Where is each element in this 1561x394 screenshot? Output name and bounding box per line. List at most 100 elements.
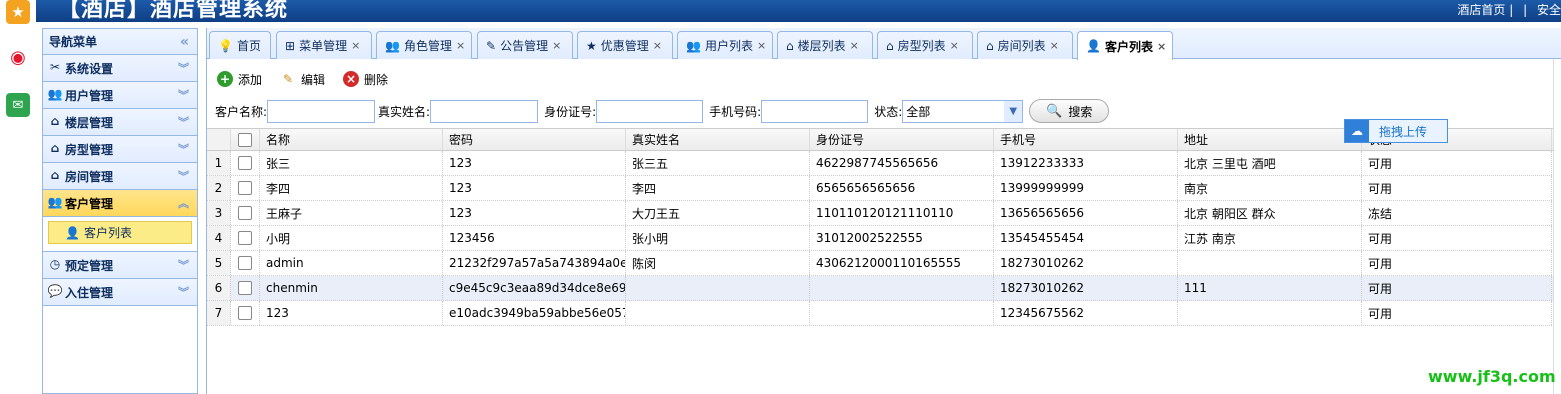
- tab-home[interactable]: 💡 首页: [209, 31, 271, 59]
- row-checkbox-cell[interactable]: [231, 151, 260, 175]
- close-icon[interactable]: ×: [757, 39, 766, 52]
- column-header[interactable]: 地址: [1178, 129, 1362, 150]
- chevron-down-icon[interactable]: ︾: [178, 141, 189, 157]
- row-number: 2: [207, 176, 231, 200]
- chevron-up-icon[interactable]: ︽: [178, 195, 189, 211]
- edit-button[interactable]: ✎ 编辑: [280, 71, 325, 88]
- row-checkbox-cell[interactable]: [231, 226, 260, 250]
- customer-name-input[interactable]: [267, 99, 376, 123]
- close-icon[interactable]: ×: [653, 39, 662, 52]
- chevron-down-icon[interactable]: ︾: [178, 60, 189, 76]
- column-header[interactable]: 手机号: [994, 129, 1178, 150]
- column-header[interactable]: 名称: [260, 129, 443, 150]
- users-icon: 👥: [47, 87, 63, 101]
- table-cell: 北京 朝阳区 群众: [1178, 201, 1362, 225]
- tab-floor-list[interactable]: ⌂ 楼层列表 ×: [777, 31, 873, 59]
- table-cell: 张三五: [626, 151, 810, 175]
- add-button[interactable]: + 添加: [217, 71, 262, 88]
- chevron-down-icon[interactable]: ︾: [178, 114, 189, 130]
- collapse-icon[interactable]: «: [180, 34, 189, 50]
- table-cell: 6565656565656: [810, 176, 994, 200]
- phone-input[interactable]: [761, 99, 869, 123]
- sidebar-item-customer-management[interactable]: 👥 客户管理 ︽: [43, 190, 197, 217]
- table-row[interactable]: 4 小明 123456 张小明 31012002522555 135454554…: [207, 226, 1561, 251]
- drag-upload-widget[interactable]: ☁ 拖拽上传: [1344, 119, 1448, 143]
- close-icon[interactable]: ×: [351, 39, 360, 52]
- row-checkbox[interactable]: [238, 231, 252, 245]
- row-checkbox[interactable]: [238, 281, 252, 295]
- select-all-checkbox[interactable]: [238, 132, 252, 147]
- table-row[interactable]: 3 王麻子 123 大刀王五 110110120121110110 136565…: [207, 201, 1561, 226]
- scrollbar[interactable]: [1553, 59, 1561, 394]
- sidebar-item-user-management[interactable]: 👥 用户管理 ︾: [43, 82, 197, 109]
- sidebar-item-room-management[interactable]: ⌂ 房间管理 ︾: [43, 163, 197, 190]
- chevron-down-icon[interactable]: ︾: [178, 87, 189, 103]
- table-row[interactable]: 7 123 e10adc3949ba59abbe56e057f2 1234567…: [207, 301, 1561, 326]
- weibo-icon[interactable]: ◉: [6, 45, 30, 69]
- close-icon[interactable]: ×: [456, 39, 465, 52]
- row-checkbox[interactable]: [238, 206, 252, 220]
- status-select[interactable]: 全部 ▼: [902, 99, 1024, 123]
- table-row[interactable]: 2 李四 123 李四 6565656565656 13999999999 南京…: [207, 176, 1561, 201]
- column-header[interactable]: 身份证号: [810, 129, 994, 150]
- table-row[interactable]: 6 chenmin c9e45c9c3eaa89d34dce8e69d1 182…: [207, 276, 1561, 301]
- row-checkbox[interactable]: [238, 306, 252, 320]
- security-link[interactable]: 安全: [1537, 3, 1561, 17]
- row-checkbox[interactable]: [238, 256, 252, 270]
- close-icon[interactable]: ×: [552, 39, 561, 52]
- id-card-input[interactable]: [596, 99, 704, 123]
- customer-table: 名称 密码 真实姓名 身份证号 手机号 地址 状态 1 张三 123 张三五 4…: [207, 128, 1561, 326]
- sidebar-subitem-customer-list[interactable]: 👤 客户列表: [48, 221, 192, 244]
- row-checkbox-cell[interactable]: [231, 201, 260, 225]
- close-icon[interactable]: ×: [950, 39, 959, 52]
- chevron-down-icon[interactable]: ▼: [1004, 100, 1023, 122]
- delete-button[interactable]: × 删除: [343, 71, 388, 88]
- row-number: 5: [207, 251, 231, 275]
- row-checkbox-cell[interactable]: [231, 301, 260, 325]
- chevron-down-icon[interactable]: ︾: [178, 168, 189, 184]
- star-icon[interactable]: ★: [6, 0, 30, 24]
- sidebar-item-floor-management[interactable]: ⌂ 楼层管理 ︾: [43, 109, 197, 136]
- table-cell: 31012002522555: [810, 226, 994, 250]
- table-cell: [626, 276, 810, 300]
- sidebar-item-reservation-management[interactable]: ◷ 预定管理 ︾: [43, 252, 197, 279]
- row-checkbox-cell[interactable]: [231, 176, 260, 200]
- site-watermark: www.jf3q.com: [1428, 367, 1556, 386]
- home-link[interactable]: 酒店首页 |: [1457, 3, 1513, 17]
- sidebar-item-checkin-management[interactable]: 💬 入住管理 ︾: [43, 279, 197, 306]
- building-icon: ⌂: [50, 114, 60, 128]
- select-all-cell[interactable]: [231, 129, 260, 150]
- cloud-upload-icon: ☁: [1345, 120, 1369, 142]
- tab-discount-management[interactable]: ★ 优惠管理 ×: [577, 31, 673, 59]
- sidebar-item-label: 客户管理: [65, 196, 114, 211]
- chevron-down-icon[interactable]: ︾: [178, 284, 189, 300]
- tab-roomtype-list[interactable]: ⌂ 房型列表 ×: [877, 31, 973, 59]
- row-checkbox[interactable]: [238, 181, 252, 195]
- row-checkbox[interactable]: [238, 156, 252, 170]
- close-icon[interactable]: ×: [1050, 39, 1059, 52]
- tab-label: 公告管理: [500, 39, 549, 53]
- sidebar-item-roomtype-management[interactable]: ⌂ 房型管理 ︾: [43, 136, 197, 163]
- sidebar-item-system-settings[interactable]: ✂ 系统设置 ︾: [43, 55, 197, 82]
- mail-icon[interactable]: ✉: [6, 93, 30, 117]
- tab-room-list[interactable]: ⌂ 房间列表 ×: [977, 31, 1073, 59]
- chevron-down-icon[interactable]: ︾: [178, 257, 189, 273]
- column-header[interactable]: 密码: [443, 129, 626, 150]
- table-cell: [626, 301, 810, 325]
- close-icon[interactable]: ×: [1157, 40, 1166, 53]
- search-button[interactable]: 🔍 搜索: [1029, 99, 1110, 123]
- tab-menu-management[interactable]: ⊞ 菜单管理 ×: [276, 31, 372, 59]
- table-cell: 可用: [1362, 176, 1552, 200]
- column-header[interactable]: 真实姓名: [626, 129, 810, 150]
- tab-notice-management[interactable]: ✎ 公告管理 ×: [477, 31, 573, 59]
- row-checkbox-cell[interactable]: [231, 276, 260, 300]
- broom-icon: ✎: [486, 38, 497, 53]
- table-row[interactable]: 1 张三 123 张三五 4622987745565656 1391223333…: [207, 151, 1561, 176]
- tab-customer-list[interactable]: 👤 客户列表 ×: [1077, 31, 1173, 60]
- real-name-input[interactable]: [430, 99, 539, 123]
- tab-user-list[interactable]: 👥 用户列表 ×: [677, 31, 773, 59]
- row-checkbox-cell[interactable]: [231, 251, 260, 275]
- table-row[interactable]: 5 admin 21232f297a57a5a743894a0e4a 陈闵 43…: [207, 251, 1561, 276]
- close-icon[interactable]: ×: [850, 39, 859, 52]
- tab-role-management[interactable]: 👥 角色管理 ×: [376, 31, 472, 59]
